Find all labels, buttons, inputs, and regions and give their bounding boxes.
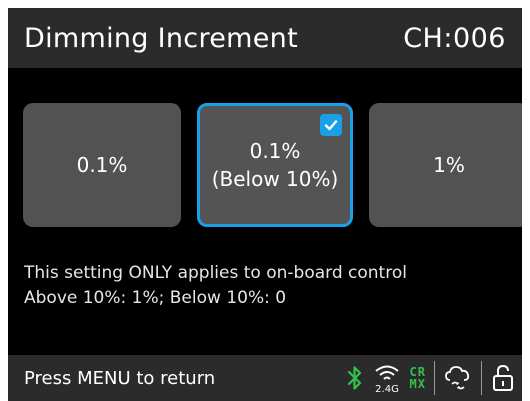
lock-icon[interactable] <box>490 363 516 393</box>
option-1-percent[interactable]: 1% <box>369 103 522 227</box>
crmx-icon: CR MX <box>409 365 426 391</box>
info-line-1: This setting ONLY applies to on-board co… <box>24 263 407 283</box>
channel-indicator: CH:006 <box>403 22 506 54</box>
svg-text:2.4G: 2.4G <box>375 384 399 395</box>
status-divider <box>434 361 435 395</box>
option-label: 1% <box>433 153 465 177</box>
return-hint: Press MENU to return <box>24 367 216 389</box>
wifi-2.4g-icon: 2.4G <box>372 361 402 395</box>
cloud-sync-icon <box>443 363 473 393</box>
info-line-2: Above 10%: 1%; Below 10%: 0 <box>24 288 287 308</box>
option-0-1-percent[interactable]: 0.1% <box>23 103 181 227</box>
page-title: Dimming Increment <box>24 22 298 54</box>
info-text: This setting ONLY applies to on-board co… <box>24 261 407 311</box>
device-screen: Dimming Increment CH:006 0.1% 0.1% (Belo… <box>8 8 522 401</box>
increment-options: 0.1% 0.1% (Below 10%) 1% <box>23 103 522 228</box>
status-divider <box>481 361 482 395</box>
option-sublabel: (Below 10%) <box>211 167 339 191</box>
status-icons: 2.4G CR MX <box>338 355 516 401</box>
bluetooth-icon <box>346 364 364 392</box>
footer-bar: Press MENU to return 2.4G CR MX <box>8 355 522 401</box>
option-label: 0.1% <box>76 153 128 177</box>
option-0-1-percent-below-10[interactable]: 0.1% (Below 10%) <box>197 103 353 227</box>
checkmark-icon <box>320 114 342 136</box>
option-label: 0.1% <box>249 139 301 163</box>
header-bar: Dimming Increment CH:006 <box>8 8 522 68</box>
